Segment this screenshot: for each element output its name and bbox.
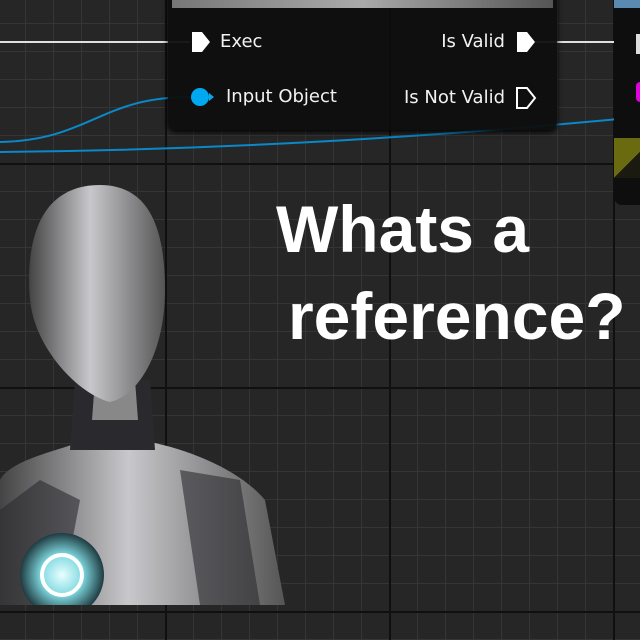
title-line-1: Whats a — [276, 192, 530, 266]
node-header — [172, 0, 553, 8]
object-in-pin-icon[interactable] — [188, 86, 218, 108]
pin-is-not-valid: Is Not Valid — [403, 87, 505, 108]
pin-input-object: Input Object — [226, 86, 337, 107]
robot-mannequin-image — [0, 185, 285, 605]
next-node[interactable] — [614, 0, 640, 205]
object-wire-in — [0, 96, 191, 143]
pin-is-valid: Is Valid — [441, 31, 505, 52]
title-line-2: reference? — [288, 279, 626, 353]
exec-in-pin-icon[interactable] — [190, 30, 212, 54]
exec-out-not-valid-pin-icon[interactable] — [515, 86, 537, 110]
pin-exec: Exec — [220, 31, 263, 52]
exec-out-valid-pin-icon[interactable] — [515, 30, 537, 54]
is-valid-node[interactable]: Exec Input Object Is Valid Is Not Valid — [168, 0, 557, 130]
